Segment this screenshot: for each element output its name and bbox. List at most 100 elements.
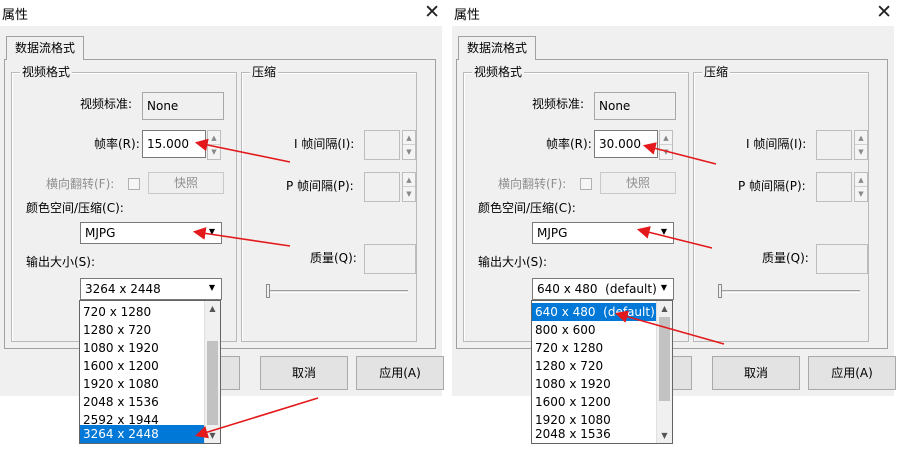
spin-down-icon[interactable]: ▼ bbox=[855, 187, 867, 201]
dropdown-item[interactable]: 1280 x 720 bbox=[80, 321, 204, 339]
spin-down-icon[interactable]: ▼ bbox=[855, 145, 867, 159]
apply-button[interactable]: 应用(A) bbox=[356, 356, 444, 390]
color-space-value: MJPG bbox=[85, 226, 116, 240]
color-space-combo[interactable]: MJPG ▼ bbox=[532, 222, 674, 244]
output-size-value: 3264 x 2448 bbox=[85, 282, 161, 296]
quality-slider-track[interactable] bbox=[718, 290, 860, 293]
video-standard-value: None bbox=[142, 92, 224, 120]
horizontal-flip-label: 横向翻转(F): bbox=[46, 177, 115, 191]
dropdown-item[interactable]: 3264 x 2448 bbox=[80, 425, 204, 443]
scroll-down-icon[interactable]: ▼ bbox=[205, 428, 220, 443]
dropdown-scrollbar[interactable]: ▲ ▼ bbox=[204, 301, 220, 443]
window-title: 属性 bbox=[2, 8, 29, 23]
frame-rate-spinner[interactable]: ▲ ▼ bbox=[207, 130, 221, 160]
frame-rate-label: 帧率(R): bbox=[94, 137, 140, 151]
iframe-interval-label: I 帧间隔(I): bbox=[746, 137, 807, 151]
horizontal-flip-checkbox[interactable] bbox=[580, 178, 592, 190]
dropdown-item[interactable]: 720 x 1280 bbox=[80, 303, 204, 321]
horizontal-flip-checkbox[interactable] bbox=[128, 178, 140, 190]
pframe-interval-spinner[interactable]: ▲ ▼ bbox=[854, 172, 868, 202]
spin-down-icon[interactable]: ▼ bbox=[208, 145, 220, 159]
dropdown-item[interactable]: 800 x 600 bbox=[532, 321, 656, 339]
title-bar: 属性 ✕ bbox=[0, 0, 448, 26]
iframe-interval-spinner[interactable]: ▲ ▼ bbox=[854, 130, 868, 160]
properties-window-right: 属性 ✕ 数据流格式 视频格式 压缩 视频标准: None 帧率(R): 30.… bbox=[452, 0, 900, 449]
spin-down-icon[interactable]: ▼ bbox=[660, 145, 672, 159]
snapshot-button[interactable]: 快照 bbox=[148, 172, 224, 194]
spin-up-icon[interactable]: ▲ bbox=[855, 131, 867, 145]
output-size-combo[interactable]: 640 x 480 (default) ▼ bbox=[532, 278, 674, 300]
output-size-value: 640 x 480 (default) bbox=[537, 282, 657, 296]
color-space-value: MJPG bbox=[537, 226, 568, 240]
cancel-button[interactable]: 取消 bbox=[260, 356, 348, 390]
dialog-body: 数据流格式 视频格式 压缩 视频标准: None 帧率(R): 30.000 ▲… bbox=[452, 26, 896, 396]
iframe-interval-label: I 帧间隔(I): bbox=[294, 137, 355, 151]
chevron-down-icon[interactable]: ▼ bbox=[657, 280, 671, 296]
video-standard-label: 视频标准: bbox=[80, 97, 133, 111]
dropdown-item[interactable]: 1080 x 1920 bbox=[532, 375, 656, 393]
output-size-combo[interactable]: 3264 x 2448 ▼ bbox=[80, 278, 222, 300]
scrollbar-thumb[interactable] bbox=[659, 317, 670, 401]
quality-input[interactable] bbox=[364, 244, 416, 274]
cancel-button[interactable]: 取消 bbox=[712, 356, 800, 390]
spin-up-icon[interactable]: ▲ bbox=[403, 131, 415, 145]
scrollbar-thumb[interactable] bbox=[207, 341, 218, 425]
snapshot-button[interactable]: 快照 bbox=[600, 172, 676, 194]
spin-up-icon[interactable]: ▲ bbox=[660, 131, 672, 145]
chevron-down-icon[interactable]: ▼ bbox=[205, 280, 219, 296]
video-format-title: 视频格式 bbox=[472, 65, 525, 79]
quality-slider-track[interactable] bbox=[266, 290, 408, 293]
frame-rate-spinner[interactable]: ▲ ▼ bbox=[659, 130, 673, 160]
dropdown-item[interactable]: 1280 x 720 bbox=[532, 357, 656, 375]
pframe-interval-spinner[interactable]: ▲ ▼ bbox=[402, 172, 416, 202]
close-icon[interactable]: ✕ bbox=[424, 1, 440, 23]
color-space-label: 颜色空间/压缩(C): bbox=[478, 201, 576, 215]
tab-stream-format[interactable]: 数据流格式 bbox=[6, 36, 85, 60]
dropdown-item[interactable]: 720 x 1280 bbox=[532, 339, 656, 357]
iframe-interval-input[interactable] bbox=[364, 130, 400, 160]
dropdown-item[interactable]: 1600 x 1200 bbox=[80, 357, 204, 375]
output-size-dropdown[interactable]: 720 x 1280 1280 x 720 1080 x 1920 1600 x… bbox=[79, 300, 221, 444]
quality-input[interactable] bbox=[816, 244, 868, 274]
iframe-interval-input[interactable] bbox=[816, 130, 852, 160]
color-space-combo[interactable]: MJPG ▼ bbox=[80, 222, 222, 244]
dropdown-item[interactable]: 1080 x 1920 bbox=[80, 339, 204, 357]
compression-title: 压缩 bbox=[702, 65, 731, 79]
output-size-dropdown[interactable]: 640 x 480 (default) 800 x 600 720 x 1280… bbox=[531, 300, 673, 444]
spin-up-icon[interactable]: ▲ bbox=[208, 131, 220, 145]
quality-slider-thumb[interactable] bbox=[266, 284, 270, 298]
tab-stream-format[interactable]: 数据流格式 bbox=[458, 36, 537, 60]
video-standard-label: 视频标准: bbox=[532, 97, 585, 111]
pframe-interval-label: P 帧间隔(P): bbox=[286, 179, 354, 193]
dropdown-item[interactable]: 2048 x 1536 bbox=[532, 425, 656, 443]
chevron-down-icon[interactable]: ▼ bbox=[205, 224, 219, 240]
frame-rate-label: 帧率(R): bbox=[546, 137, 592, 151]
compression-group: 压缩 bbox=[693, 65, 869, 342]
frame-rate-input[interactable]: 30.000 bbox=[594, 130, 658, 158]
spin-down-icon[interactable]: ▼ bbox=[403, 145, 415, 159]
spin-down-icon[interactable]: ▼ bbox=[403, 187, 415, 201]
chevron-down-icon[interactable]: ▼ bbox=[657, 224, 671, 240]
dropdown-scrollbar[interactable]: ▲ ▼ bbox=[656, 301, 672, 443]
scroll-up-icon[interactable]: ▲ bbox=[657, 301, 672, 316]
output-size-label: 输出大小(S): bbox=[478, 255, 548, 269]
close-icon[interactable]: ✕ bbox=[876, 1, 892, 23]
dropdown-item[interactable]: 1920 x 1080 bbox=[80, 375, 204, 393]
iframe-interval-spinner[interactable]: ▲ ▼ bbox=[402, 130, 416, 160]
dropdown-item[interactable]: 2048 x 1536 bbox=[80, 393, 204, 411]
dialog-body: 数据流格式 视频格式 压缩 视频标准: None 帧率(R): 15.000 ▲… bbox=[0, 26, 444, 396]
pframe-interval-input[interactable] bbox=[816, 172, 852, 202]
video-format-title: 视频格式 bbox=[20, 65, 73, 79]
spin-up-icon[interactable]: ▲ bbox=[855, 173, 867, 187]
scroll-up-icon[interactable]: ▲ bbox=[205, 301, 220, 316]
pframe-interval-label: P 帧间隔(P): bbox=[738, 179, 806, 193]
dropdown-item[interactable]: 640 x 480 (default) bbox=[532, 303, 656, 321]
pframe-interval-input[interactable] bbox=[364, 172, 400, 202]
title-bar: 属性 ✕ bbox=[452, 0, 900, 26]
spin-up-icon[interactable]: ▲ bbox=[403, 173, 415, 187]
quality-slider-thumb[interactable] bbox=[718, 284, 722, 298]
dropdown-item[interactable]: 1600 x 1200 bbox=[532, 393, 656, 411]
scroll-down-icon[interactable]: ▼ bbox=[657, 428, 672, 443]
frame-rate-input[interactable]: 15.000 bbox=[142, 130, 206, 158]
apply-button[interactable]: 应用(A) bbox=[808, 356, 896, 390]
